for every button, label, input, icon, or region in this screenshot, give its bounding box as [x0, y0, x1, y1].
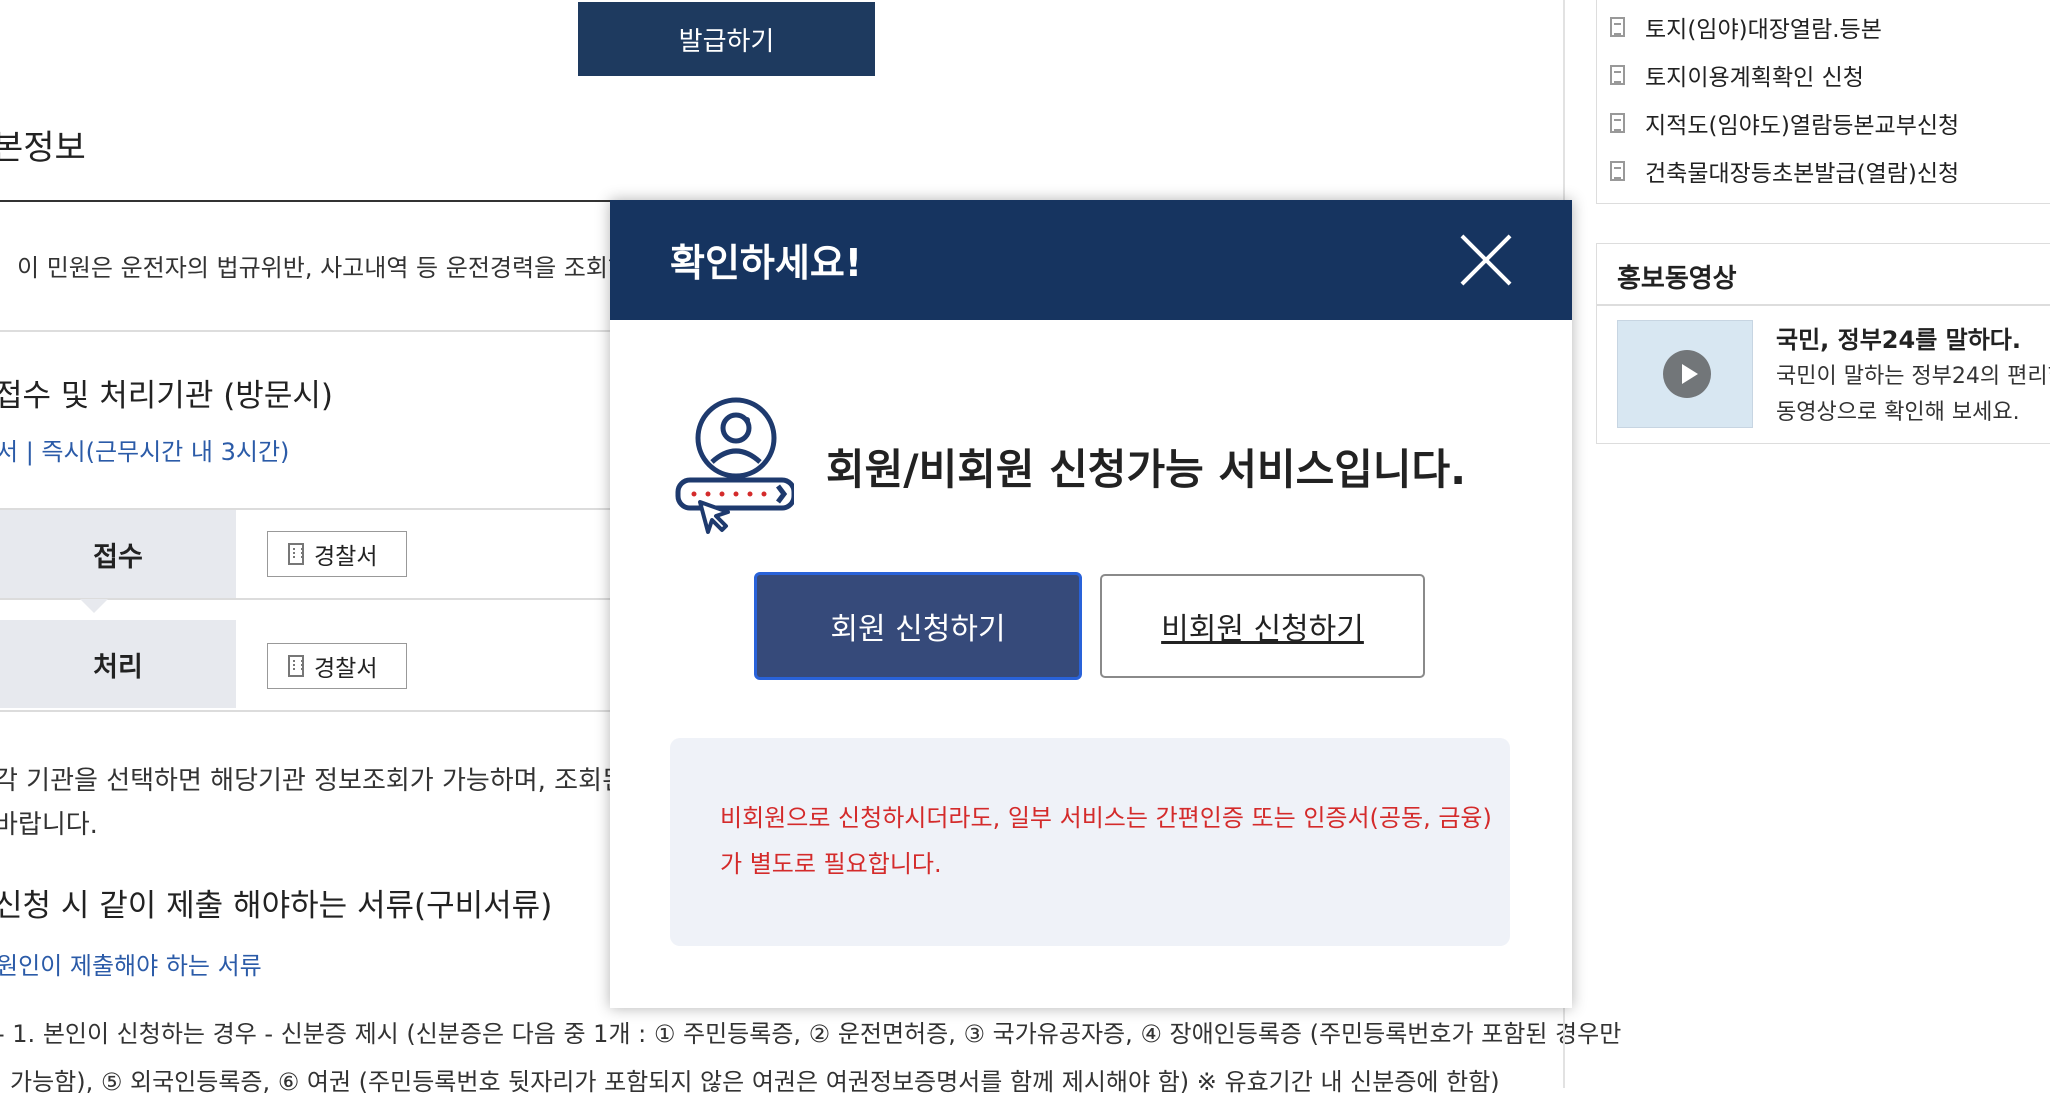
documents-title: 신청 시 같이 제출 해야하는 서류(구비서류): [0, 888, 553, 924]
office-title: 접수 및 처리기관 (방문시): [0, 378, 333, 414]
documents-line-2: 가능함), ⑤ 외국인등록증, ⑥ 여권 (주민등록번호 뒷자리가 포함되지 않…: [10, 1068, 1500, 1096]
building-icon: [288, 543, 304, 565]
promo-divider: [1596, 304, 2050, 306]
issue-button[interactable]: 발급하기: [578, 2, 875, 76]
agency-notice-line-2: 바랍니다.: [0, 810, 98, 840]
office-info: 서 | 즉시(근무시간 내 3시간): [0, 438, 290, 466]
sidebar-link-4[interactable]: 건축물대장등초본발급(열람)신청: [1610, 154, 1959, 188]
sidebar-link-2[interactable]: 토지이용계획확인 신청: [1610, 58, 1864, 92]
member-apply-button[interactable]: 회원 신청하기: [754, 572, 1082, 680]
process-agency-label: 경찰서: [314, 656, 378, 682]
step-arrow-icon: [80, 599, 108, 613]
play-icon[interactable]: [1663, 350, 1711, 398]
video-title[interactable]: 국민, 정부24를 말하다.: [1776, 320, 2021, 355]
video-desc-line-1: 국민이 말하는 정부24의 편리한: [1776, 364, 2050, 389]
guest-apply-button[interactable]: 비회원 신청하기: [1100, 574, 1425, 678]
sidebar-link-label: 지적도(임야도)열람등본교부신청: [1645, 113, 1960, 139]
member-service-icon: [675, 397, 794, 534]
documents-line-1: - 1. 본인이 신청하는 경우 - 신분증 제시 (신분증은 다음 중 1개 …: [0, 1020, 1622, 1048]
video-desc-line-2: 동영상으로 확인해 보세요.: [1776, 400, 2020, 425]
step-process-label: 처리: [0, 620, 236, 708]
agency-notice-line-1: 각 기관을 선택하면 해당기관 정보조회가 가능하며, 조회된: [0, 766, 626, 796]
notice-line-1: 비회원으로 신청하시더라도, 일부 서비스는 간편인증 또는 인증서(공동, 금…: [720, 804, 1492, 832]
notice-line-2: 가 별도로 필요합니다.: [720, 850, 942, 878]
process-agency-button[interactable]: 경찰서: [267, 643, 407, 689]
close-icon[interactable]: [1458, 232, 1514, 288]
sidebar-link-label: 토지이용계획확인 신청: [1645, 65, 1864, 91]
document-icon: [1610, 65, 1625, 85]
document-icon: [1610, 17, 1625, 37]
document-icon: [1610, 113, 1625, 133]
step-receive-label: 접수: [0, 510, 236, 598]
promo-title: 홍보동영상: [1617, 264, 1737, 294]
documents-link[interactable]: 원인이 제출해야 하는 서류: [0, 946, 262, 981]
sidebar-link-label: 토지(임야)대장열람.등본: [1645, 17, 1882, 43]
receive-agency-label: 경찰서: [314, 544, 378, 570]
sidebar-link-label: 건축물대장등초본발급(열람)신청: [1645, 161, 1960, 187]
document-icon: [1610, 161, 1625, 181]
receive-agency-button[interactable]: 경찰서: [267, 531, 407, 577]
notice-box: 비회원으로 신청하시더라도, 일부 서비스는 간편인증 또는 인증서(공동, 금…: [670, 738, 1510, 946]
section-title: 본정보: [0, 128, 86, 168]
modal-title: 확인하세요!: [670, 241, 863, 285]
modal-message: 회원/비회원 신청가능 서비스입니다.: [826, 445, 1467, 494]
building-icon: [288, 655, 304, 677]
sidebar-link-3[interactable]: 지적도(임야도)열람등본교부신청: [1610, 106, 1959, 140]
service-description: 이 민원은 운전자의 법규위반, 사고내역 등 운전경력을 조회하여: [17, 254, 653, 282]
sidebar-link-1[interactable]: 토지(임야)대장열람.등본: [1610, 10, 1882, 44]
confirm-modal: 확인하세요! 회원/비회원 신청가능 서비스입니다. 회원 신청하기 비회원 신…: [610, 200, 1572, 1008]
